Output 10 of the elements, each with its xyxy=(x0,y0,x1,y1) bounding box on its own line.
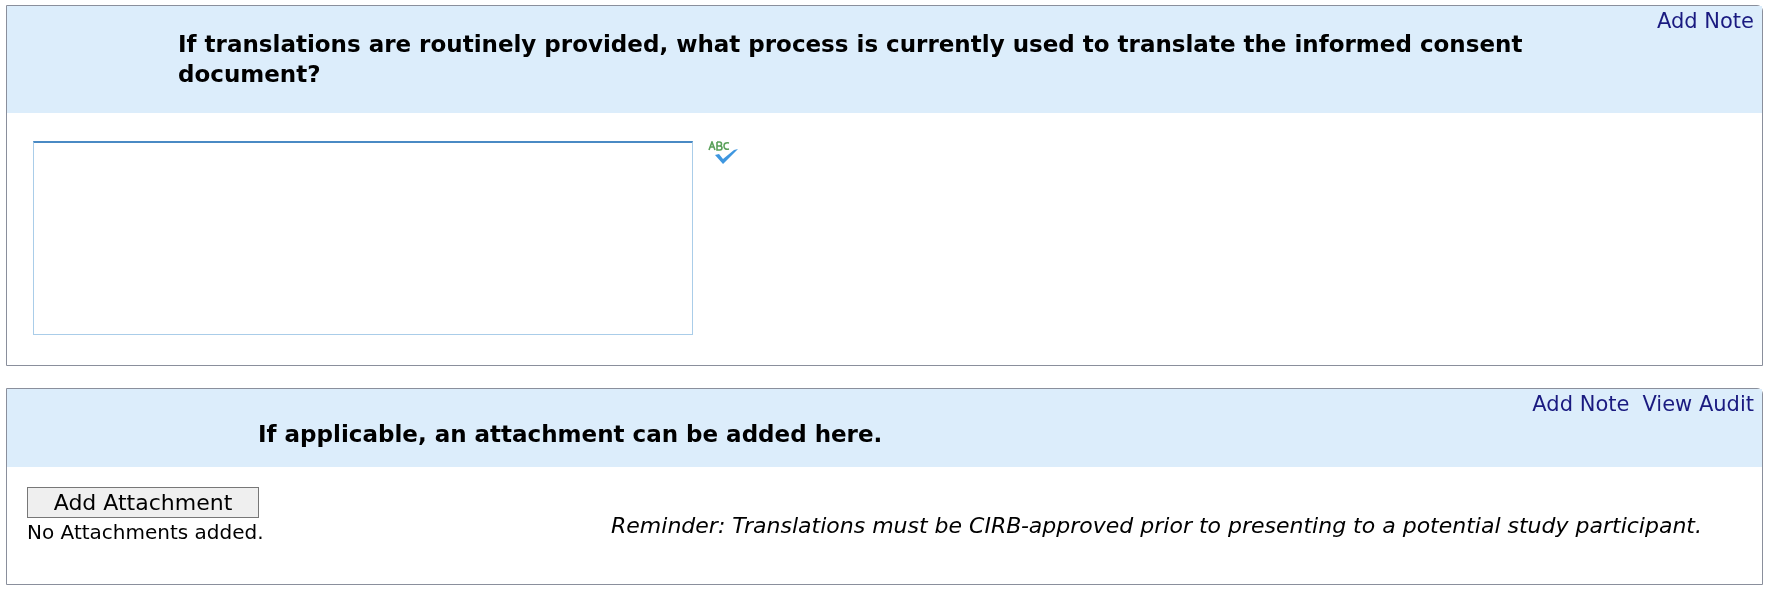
answer-field[interactable] xyxy=(33,141,693,335)
add-note-link[interactable]: Add Note xyxy=(1656,9,1754,33)
attachment-status: No Attachments added. xyxy=(27,520,264,544)
question-text: If translations are routinely provided, what process is currently used to translate the informed consent document? xyxy=(178,30,1524,89)
reminder-text: Reminder: Translations must be CIRB-approved prior to presenting to a potential study participant. xyxy=(611,513,1702,538)
question-text: If applicable, an attachment can be added here. xyxy=(258,420,884,449)
add-attachment-button[interactable]: Add Attachment xyxy=(27,487,259,518)
spellcheck-icon[interactable] xyxy=(707,141,739,167)
view-audit-link[interactable]: View Audit xyxy=(1642,392,1754,416)
add-note-link[interactable]: Add Note xyxy=(1532,392,1630,416)
